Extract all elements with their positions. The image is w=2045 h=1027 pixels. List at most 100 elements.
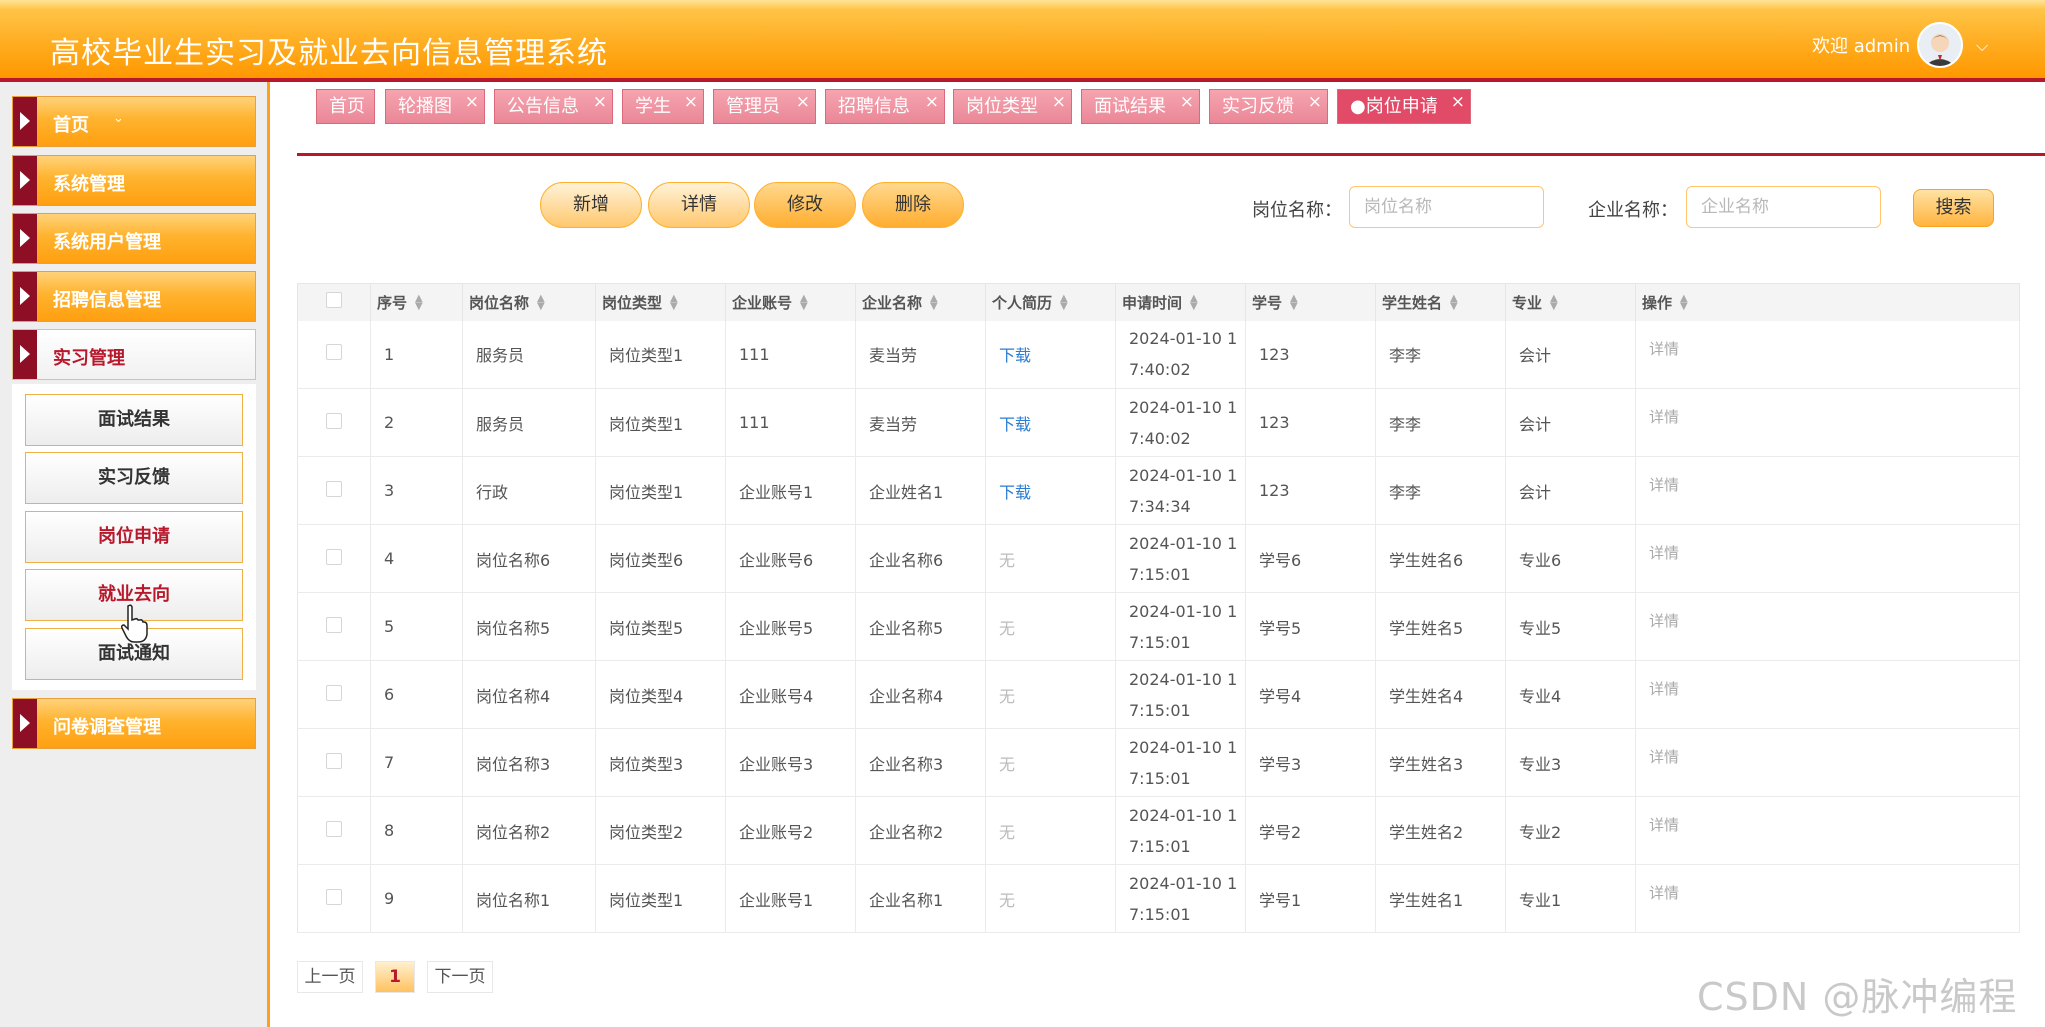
close-icon[interactable]: × — [796, 86, 810, 119]
col-header[interactable]: 申请时间 ▲ ▼ — [1115, 283, 1246, 321]
checkbox[interactable] — [326, 480, 342, 497]
col-header[interactable]: 学号 ▲ ▼ — [1245, 283, 1376, 321]
sort-icon[interactable]: ▲ ▼ — [415, 294, 423, 312]
menu-item-home[interactable]: 首页 ⌄ — [12, 96, 256, 147]
next-page-button[interactable]: 下一页 — [427, 961, 493, 993]
sort-icon[interactable]: ▲ ▼ — [930, 294, 938, 312]
col-header[interactable]: 学生姓名 ▲ ▼ — [1375, 283, 1506, 321]
detail-link[interactable]: 详情 — [1649, 408, 1679, 426]
chevron-down-icon[interactable]: ⌵ — [1976, 36, 1988, 56]
detail-link[interactable]: 详情 — [1649, 748, 1679, 766]
table-row[interactable]: 5 岗位名称5 岗位类型5 企业账号5 企业名称5 无 2024-01-10 1 7:15:0… — [297, 592, 2020, 661]
col-header[interactable]: 专业 ▲ ▼ — [1505, 283, 1636, 321]
detail-link[interactable]: 详情 — [1649, 612, 1679, 630]
add-button[interactable]: 新增 — [540, 182, 642, 228]
tab-feedback[interactable]: 实习反馈 × — [1209, 89, 1328, 124]
row-select-cell[interactable] — [297, 388, 371, 457]
checkbox[interactable] — [326, 548, 342, 565]
menu-item-internship[interactable]: 实习管理 — [12, 329, 256, 380]
row-select-cell[interactable] — [297, 592, 371, 661]
submenu-job-application[interactable]: 岗位申请 — [25, 511, 243, 563]
resume-link[interactable]: 下载 — [999, 483, 1031, 502]
checkbox[interactable] — [326, 684, 342, 701]
checkbox[interactable] — [326, 752, 342, 769]
sort-icon[interactable]: ▲ ▼ — [1290, 294, 1298, 312]
detail-link[interactable]: 详情 — [1649, 340, 1679, 358]
tab-job-type[interactable]: 岗位类型 × — [953, 89, 1072, 124]
row-select-cell[interactable] — [297, 320, 371, 389]
row-select-cell[interactable] — [297, 456, 371, 525]
table-row[interactable]: 7 岗位名称3 岗位类型3 企业账号3 企业名称3 无 2024-01-10 1 7:15:0… — [297, 728, 2020, 797]
sort-icon[interactable]: ▲ ▼ — [670, 294, 678, 312]
select-all-cell[interactable] — [297, 283, 371, 321]
row-select-cell[interactable] — [297, 660, 371, 729]
user-avatar[interactable] — [1917, 22, 1963, 68]
close-icon[interactable]: × — [593, 86, 607, 119]
menu-item-recruit[interactable]: 招聘信息管理 — [12, 271, 256, 322]
company-name-input[interactable] — [1686, 186, 1881, 228]
edit-button[interactable]: 修改 — [754, 182, 856, 228]
checkbox[interactable] — [326, 344, 342, 361]
tab-carousel[interactable]: 轮播图 × — [385, 89, 485, 124]
prev-page-button[interactable]: 上一页 — [297, 961, 363, 993]
sort-icon[interactable]: ▲ ▼ — [1060, 294, 1068, 312]
table-row[interactable]: 8 岗位名称2 岗位类型2 企业账号2 企业名称2 无 2024-01-10 1 7:15:0… — [297, 796, 2020, 865]
row-select-cell[interactable] — [297, 728, 371, 797]
job-name-input[interactable] — [1349, 186, 1544, 228]
col-header[interactable]: 企业账号 ▲ ▼ — [725, 283, 856, 321]
checkbox[interactable] — [326, 616, 342, 633]
detail-button[interactable]: 详情 — [648, 182, 750, 228]
checkbox[interactable] — [326, 888, 342, 905]
table-row[interactable]: 4 岗位名称6 岗位类型6 企业账号6 企业名称6 无 2024-01-10 1 7:15:0… — [297, 524, 2020, 593]
sort-icon[interactable]: ▲ ▼ — [1680, 294, 1688, 312]
detail-link[interactable]: 详情 — [1649, 476, 1679, 494]
tab-recruit-info[interactable]: 招聘信息 × — [825, 89, 945, 124]
col-header[interactable]: 企业名称 ▲ ▼ — [855, 283, 986, 321]
tab-notice[interactable]: 公告信息 × — [494, 89, 613, 124]
col-header[interactable]: 操作 ▲ ▼ — [1635, 283, 2020, 321]
sort-icon[interactable]: ▲ ▼ — [1190, 294, 1198, 312]
submenu-interview-result[interactable]: 面试结果 — [25, 394, 243, 446]
close-icon[interactable]: × — [1180, 86, 1194, 119]
tab-job-application[interactable]: ●岗位申请 × — [1337, 89, 1471, 124]
table-row[interactable]: 2 服务员 岗位类型1 111 麦当劳 下载 2024-01-10 1 7:40:02 123 李… — [297, 388, 2020, 457]
detail-link[interactable]: 详情 — [1649, 544, 1679, 562]
menu-item-survey[interactable]: 问卷调查管理 — [12, 698, 256, 749]
tab-home[interactable]: 首页 — [316, 89, 375, 124]
table-row[interactable]: 9 岗位名称1 岗位类型1 企业账号1 企业名称1 无 2024-01-10 1 7:15:0… — [297, 864, 2020, 933]
table-row[interactable]: 1 服务员 岗位类型1 111 麦当劳 下载 2024-01-10 1 7:40:02 123 李… — [297, 320, 2020, 389]
row-select-cell[interactable] — [297, 864, 371, 933]
search-button[interactable]: 搜索 — [1913, 189, 1994, 227]
col-header[interactable]: 个人简历 ▲ ▼ — [985, 283, 1116, 321]
detail-link[interactable]: 详情 — [1649, 680, 1679, 698]
close-icon[interactable]: × — [1052, 86, 1066, 119]
row-select-cell[interactable] — [297, 524, 371, 593]
close-icon[interactable]: × — [925, 86, 939, 119]
submenu-internship-feedback[interactable]: 实习反馈 — [25, 452, 243, 504]
checkbox[interactable] — [326, 412, 342, 429]
row-select-cell[interactable] — [297, 796, 371, 865]
resume-link[interactable]: 下载 — [999, 415, 1031, 434]
detail-link[interactable]: 详情 — [1649, 816, 1679, 834]
col-header[interactable]: 岗位类型 ▲ ▼ — [595, 283, 726, 321]
close-icon[interactable]: × — [1308, 86, 1322, 119]
checkbox[interactable] — [326, 292, 342, 309]
detail-link[interactable]: 详情 — [1649, 884, 1679, 902]
col-header[interactable]: 序号 ▲ ▼ — [370, 283, 463, 321]
sort-icon[interactable]: ▲ ▼ — [1450, 294, 1458, 312]
page-number-button[interactable]: 1 — [375, 961, 415, 993]
table-row[interactable]: 3 行政 岗位类型1 企业账号1 企业姓名1 下载 2024-01-10 1 7:34:34 1… — [297, 456, 2020, 525]
col-header[interactable]: 岗位名称 ▲ ▼ — [462, 283, 596, 321]
checkbox[interactable] — [326, 820, 342, 837]
close-icon[interactable]: × — [1451, 86, 1465, 119]
sort-icon[interactable]: ▲ ▼ — [537, 294, 545, 312]
tab-admin[interactable]: 管理员 × — [713, 89, 816, 124]
delete-button[interactable]: 删除 — [862, 182, 964, 228]
tab-interview-result[interactable]: 面试结果 × — [1081, 89, 1200, 124]
table-row[interactable]: 6 岗位名称4 岗位类型4 企业账号4 企业名称4 无 2024-01-10 1 7:15:0… — [297, 660, 2020, 729]
tab-student[interactable]: 学生 × — [622, 89, 704, 124]
close-icon[interactable]: × — [684, 86, 698, 119]
menu-item-system[interactable]: 系统管理 — [12, 155, 256, 206]
sort-icon[interactable]: ▲ ▼ — [1550, 294, 1558, 312]
sort-icon[interactable]: ▲ ▼ — [800, 294, 808, 312]
